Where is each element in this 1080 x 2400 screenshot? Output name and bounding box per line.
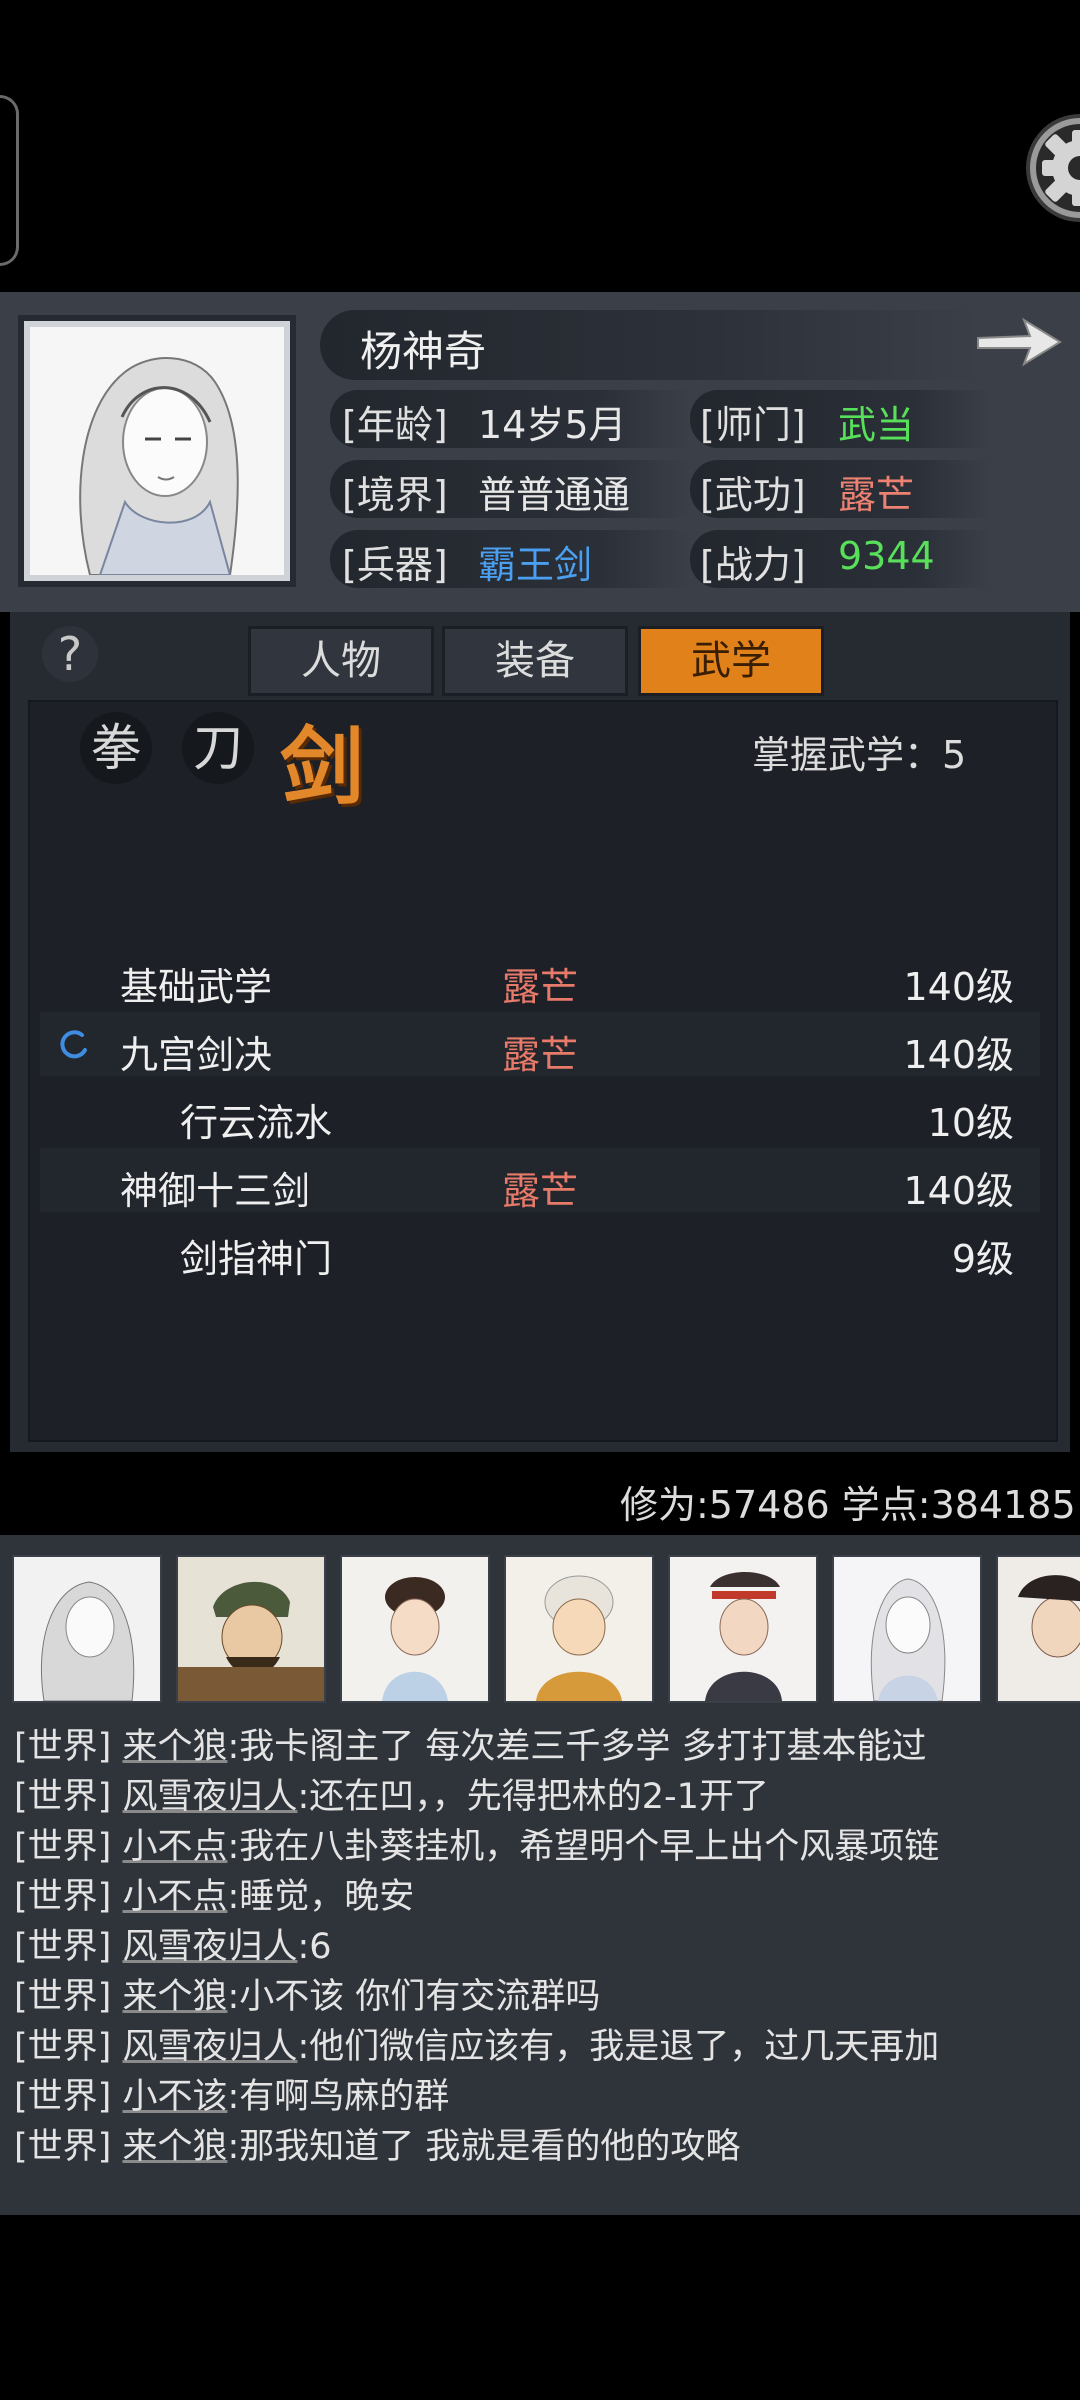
side-drawer-handle[interactable] bbox=[0, 95, 19, 266]
hero-avatar[interactable] bbox=[340, 1555, 490, 1703]
next-character-arrow-icon[interactable] bbox=[972, 312, 1064, 372]
chat-channel: [世界] bbox=[14, 2127, 112, 2167]
tab-character[interactable]: 人物 bbox=[248, 626, 434, 696]
stat-label-weapon: [兵器] bbox=[342, 543, 448, 587]
hero-avatar[interactable] bbox=[668, 1555, 818, 1703]
chat-user-link[interactable]: 来个狼 bbox=[122, 2127, 227, 2167]
chat-channel: [世界] bbox=[14, 2027, 112, 2067]
stat-label-sect: [师门] bbox=[700, 403, 806, 447]
hero-avatar[interactable] bbox=[176, 1555, 326, 1703]
stat-label-realm: [境界] bbox=[342, 473, 448, 517]
cultivation-points: 修为:57486 学点:384185 bbox=[620, 1483, 1076, 1527]
hero-avatar[interactable] bbox=[996, 1555, 1080, 1703]
chat-text: :我在八卦葵挂机，希望明个早上出个风暴项链 bbox=[227, 1827, 940, 1867]
chat-channel: [世界] bbox=[14, 1877, 112, 1917]
settings-gear-icon[interactable] bbox=[1020, 108, 1080, 228]
tab-equipment[interactable]: 装备 bbox=[442, 626, 628, 696]
chat-message: [世界] 风雪夜归人:6 bbox=[14, 1918, 332, 1969]
chat-message: [世界] 风雪夜归人:他们微信应该有，我是退了，过几天再加 bbox=[14, 2018, 939, 2069]
skill-realm: 露芒 bbox=[502, 1169, 579, 1213]
character-portrait bbox=[30, 327, 284, 575]
chat-text: :6 bbox=[297, 1927, 332, 1967]
skill-level: 140级 bbox=[903, 965, 1014, 1009]
hero-avatar-strip[interactable] bbox=[12, 1555, 1080, 1703]
skill-realm: 露芒 bbox=[502, 965, 579, 1009]
chat-message: [世界] 小不点:我在八卦葵挂机，希望明个早上出个风暴项链 bbox=[14, 1818, 939, 1869]
stat-value-realm: 普普通通 bbox=[478, 473, 631, 517]
chat-user-link[interactable]: 风雪夜归人 bbox=[122, 1777, 297, 1817]
category-fist-button[interactable]: 拳 bbox=[80, 712, 152, 784]
chat-message: [世界] 来个狼:小不该 你们有交流群吗 bbox=[14, 1968, 600, 2019]
tab-martial-arts[interactable]: 武学 bbox=[638, 626, 824, 696]
chat-user-link[interactable]: 风雪夜归人 bbox=[122, 1927, 297, 1967]
chat-user-link[interactable]: 来个狼 bbox=[122, 1727, 227, 1767]
chat-channel: [世界] bbox=[14, 1827, 112, 1867]
stat-value-sect: 武当 bbox=[838, 403, 915, 447]
skill-row[interactable]: 剑指神门 9级 bbox=[40, 1216, 1040, 1281]
chat-text: :还在凹，，先得把林的2-1开了 bbox=[297, 1777, 769, 1817]
skill-level: 9级 bbox=[951, 1237, 1014, 1281]
chat-text: :睡觉，晚安 bbox=[227, 1877, 415, 1917]
chat-text: :小不该 你们有交流群吗 bbox=[227, 1977, 601, 2017]
chat-text: :他们微信应该有，我是退了，过几天再加 bbox=[297, 2027, 940, 2067]
skill-realm: 露芒 bbox=[502, 1033, 579, 1077]
hero-avatar[interactable] bbox=[12, 1555, 162, 1703]
skill-row[interactable]: 神御十三剑 露芒 140级 bbox=[40, 1148, 1040, 1213]
stat-value-martial: 露芒 bbox=[838, 473, 915, 517]
mastered-count: 掌握武学：5 bbox=[752, 733, 967, 777]
skill-level: 140级 bbox=[903, 1169, 1014, 1213]
stat-label-martial: [武功] bbox=[700, 473, 806, 517]
character-name: 杨神奇 bbox=[360, 327, 487, 376]
chat-user-link[interactable]: 小不点 bbox=[122, 1827, 227, 1867]
skill-name: 神御十三剑 bbox=[120, 1169, 311, 1213]
chat-message: [世界] 小不该:有啊鸟麻的群 bbox=[14, 2068, 449, 2119]
chat-message: [世界] 风雪夜归人:还在凹，，先得把林的2-1开了 bbox=[14, 1768, 769, 1819]
stat-value-weapon: 霸王剑 bbox=[478, 543, 593, 587]
chat-user-link[interactable]: 小不该 bbox=[122, 2077, 227, 2117]
help-icon[interactable]: ? bbox=[42, 626, 98, 682]
skill-level: 10级 bbox=[927, 1101, 1014, 1145]
chat-channel: [世界] bbox=[14, 1727, 112, 1767]
chat-channel: [世界] bbox=[14, 1777, 112, 1817]
stat-label-power: [战力] bbox=[700, 543, 806, 587]
chat-channel: [世界] bbox=[14, 2077, 112, 2117]
stat-label-age: [年龄] bbox=[342, 403, 448, 447]
hero-avatar[interactable] bbox=[832, 1555, 982, 1703]
chat-user-link[interactable]: 风雪夜归人 bbox=[122, 2027, 297, 2067]
chat-user-link[interactable]: 小不点 bbox=[122, 1877, 227, 1917]
chat-text: :我卡阁主了 每次差三千多学 多打打基本能过 bbox=[227, 1727, 927, 1767]
skill-row[interactable]: 基础武学 露芒 140级 bbox=[40, 944, 1040, 1009]
chat-message: [世界] 来个狼:我卡阁主了 每次差三千多学 多打打基本能过 bbox=[14, 1718, 927, 1769]
stat-value-power: 9344 bbox=[838, 534, 935, 578]
skill-name: 剑指神门 bbox=[180, 1237, 333, 1281]
chat-text: :有啊鸟麻的群 bbox=[227, 2077, 450, 2117]
chat-user-link[interactable]: 来个狼 bbox=[122, 1977, 227, 2017]
chat-channel: [世界] bbox=[14, 1977, 112, 2017]
skill-name: 基础武学 bbox=[120, 965, 273, 1009]
equipped-indicator-icon bbox=[60, 1030, 87, 1059]
chat-message: [世界] 来个狼:那我知道了 我就是看的他的攻略 bbox=[14, 2118, 740, 2169]
skill-level: 140级 bbox=[903, 1033, 1014, 1077]
chat-text: :那我知道了 我就是看的他的攻略 bbox=[227, 2127, 741, 2167]
skill-row[interactable]: 行云流水 10级 bbox=[40, 1080, 1040, 1145]
chat-message: [世界] 小不点:睡觉，晚安 bbox=[14, 1868, 414, 1919]
category-blade-button[interactable]: 刀 bbox=[182, 712, 254, 784]
skill-name: 行云流水 bbox=[180, 1101, 333, 1145]
category-sword-button[interactable]: 剑 bbox=[280, 700, 364, 821]
stat-value-age: 14岁5月 bbox=[478, 403, 627, 447]
hero-avatar[interactable] bbox=[504, 1555, 654, 1703]
chat-channel: [世界] bbox=[14, 1927, 112, 1967]
skill-name: 九宫剑决 bbox=[120, 1033, 273, 1077]
skill-row[interactable]: 九宫剑决 露芒 140级 bbox=[40, 1012, 1040, 1077]
